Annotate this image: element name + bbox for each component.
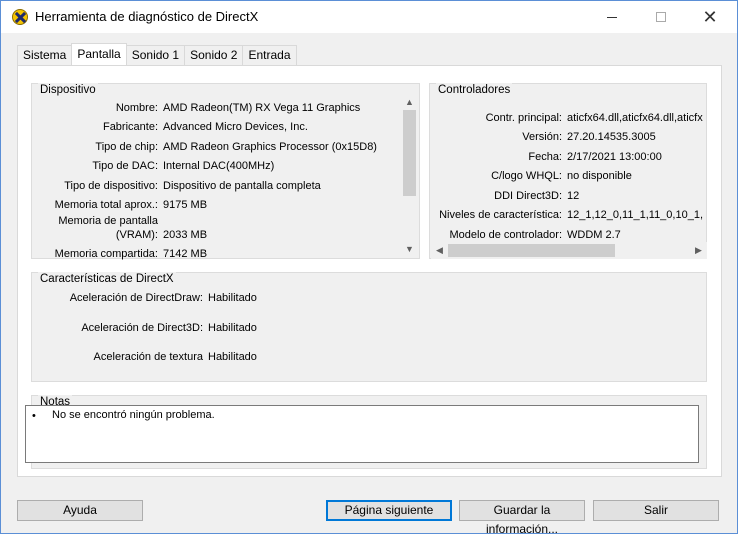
- device-row-fabricante: Fabricante: Advanced Micro Devices, Inc.: [32, 118, 402, 136]
- minimize-icon: [607, 16, 617, 18]
- tab-sonido-2[interactable]: Sonido 2: [184, 45, 244, 65]
- directx-diag-window: Herramienta de diagnóstico de DirectX ✕ …: [0, 0, 738, 534]
- field-label: Memoria compartida:: [54, 248, 158, 260]
- field-value: Habilitado: [208, 351, 257, 363]
- device-row-tipo-chip: Tipo de chip: AMD Radeon Graphics Proces…: [32, 138, 402, 156]
- ayuda-button[interactable]: Ayuda: [17, 500, 143, 521]
- field-value: Habilitado: [208, 292, 257, 304]
- field-value: 2033 MB: [163, 229, 208, 241]
- field-label: Versión:: [522, 131, 562, 143]
- feature-row-textura: Aceleración de textura Habilitado: [32, 348, 432, 366]
- field-label: Tipo de chip:: [95, 141, 158, 153]
- tab-sistema[interactable]: Sistema: [17, 45, 73, 65]
- notas-textbox[interactable]: • No se encontró ningún problema.: [25, 405, 699, 463]
- salir-button[interactable]: Salir: [593, 500, 719, 521]
- chevron-left-icon[interactable]: ◀: [431, 242, 448, 259]
- maximize-icon: [656, 12, 666, 22]
- dispositivo-legend: Dispositivo: [38, 83, 98, 97]
- title-bar[interactable]: Herramienta de diagnóstico de DirectX ✕: [1, 1, 737, 33]
- controladores-group: Controladores Contr. principal: aticfx64…: [429, 83, 707, 259]
- field-label: DDI Direct3D:: [494, 190, 562, 202]
- scroll-thumb[interactable]: [448, 244, 615, 257]
- close-icon: ✕: [702, 6, 718, 27]
- controladores-legend: Controladores: [436, 83, 513, 97]
- dispositivo-scrollbar[interactable]: ▲ ▼: [401, 93, 418, 257]
- device-row-vram: (VRAM): 2033 MB: [32, 226, 402, 244]
- minimize-button[interactable]: [589, 1, 635, 33]
- field-value: aticfx64.dll,aticfx64.dll,aticfx: [567, 112, 703, 124]
- driver-row-fecha: Fecha: 2/17/2021 13:00:00: [430, 148, 706, 166]
- driver-row-niveles: Niveles de característica: 12_1,12_0,11_…: [430, 206, 706, 224]
- field-label: Aceleración de DirectDraw:: [69, 292, 203, 304]
- field-label: Aceleración de textura: [93, 351, 203, 363]
- device-row-nombre: Nombre: AMD Radeon(TM) RX Vega 11 Graphi…: [32, 99, 402, 117]
- field-label: Nombre:: [115, 102, 158, 114]
- field-value: 12_1,12_0,11_1,11_0,10_1,: [567, 209, 704, 221]
- field-value: 7142 MB: [163, 248, 208, 260]
- field-value: Habilitado: [208, 322, 257, 334]
- device-row-memoria-compartida: Memoria compartida: 7142 MB: [32, 245, 402, 263]
- field-value: Internal DAC(400MHz): [163, 160, 275, 172]
- chevron-right-icon[interactable]: ▶: [690, 242, 707, 259]
- scroll-thumb[interactable]: [403, 110, 416, 196]
- field-label: Aceleración de Direct3D:: [81, 322, 203, 334]
- device-row-tipo-dac: Tipo de DAC: Internal DAC(400MHz): [32, 157, 402, 175]
- field-label: Fecha:: [528, 151, 562, 163]
- bullet-icon: •: [32, 410, 36, 422]
- field-value: Advanced Micro Devices, Inc.: [163, 121, 308, 133]
- field-label: Tipo de dispositivo:: [64, 180, 158, 192]
- tab-sonido-1[interactable]: Sonido 1: [125, 45, 186, 65]
- note-item: No se encontró ningún problema.: [52, 409, 215, 421]
- field-label: Fabricante:: [102, 121, 158, 133]
- field-value: 27.20.14535.3005: [567, 131, 656, 143]
- field-label: Niveles de característica:: [439, 209, 562, 221]
- pagina-siguiente-button[interactable]: Página siguiente: [326, 500, 452, 521]
- dispositivo-group: Dispositivo Nombre: AMD Radeon(TM) RX Ve…: [31, 83, 420, 260]
- chevron-up-icon[interactable]: ▲: [401, 93, 418, 110]
- field-value: Dispositivo de pantalla completa: [163, 180, 321, 192]
- tab-entrada[interactable]: Entrada: [242, 45, 297, 65]
- close-button[interactable]: ✕: [687, 1, 733, 33]
- device-row-tipo-dispositivo: Tipo de dispositivo: Dispositivo de pant…: [32, 177, 402, 195]
- tab-pantalla[interactable]: Pantalla: [71, 43, 127, 65]
- field-value: 2/17/2021 13:00:00: [567, 151, 662, 163]
- chevron-down-icon[interactable]: ▼: [401, 240, 418, 257]
- feature-row-directdraw: Aceleración de DirectDraw: Habilitado: [32, 289, 432, 307]
- feature-row-direct3d: Aceleración de Direct3D: Habilitado: [32, 319, 432, 337]
- driver-row-ddi: DDI Direct3D: 12: [430, 187, 706, 205]
- directx-icon: [12, 9, 28, 25]
- field-label: Tipo de DAC:: [92, 160, 158, 172]
- caracteristicas-group: Características de DirectX Aceleración d…: [31, 272, 707, 382]
- tab-strip: Sistema Pantalla Sonido 1 Sonido 2 Entra…: [17, 43, 297, 65]
- caracteristicas-legend: Características de DirectX: [38, 272, 176, 286]
- field-label: (VRAM):: [115, 229, 158, 241]
- maximize-button[interactable]: [638, 1, 684, 33]
- field-value: 12: [567, 190, 580, 202]
- driver-row-whql: C/logo WHQL: no disponible: [430, 167, 706, 185]
- field-label: C/logo WHQL:: [491, 170, 562, 182]
- field-value: no disponible: [567, 170, 632, 182]
- field-label: Contr. principal:: [485, 112, 562, 124]
- field-value: AMD Radeon(TM) RX Vega 11 Graphics: [163, 102, 361, 114]
- driver-row-principal: Contr. principal: aticfx64.dll,aticfx64.…: [430, 109, 706, 127]
- controladores-hscrollbar[interactable]: ◀ ▶: [431, 242, 707, 259]
- field-value: AMD Radeon Graphics Processor (0x15D8): [163, 141, 377, 153]
- guardar-informacion-button[interactable]: Guardar la información...: [459, 500, 585, 534]
- window-title: Herramienta de diagnóstico de DirectX: [35, 9, 259, 24]
- driver-row-version: Versión: 27.20.14535.3005: [430, 128, 706, 146]
